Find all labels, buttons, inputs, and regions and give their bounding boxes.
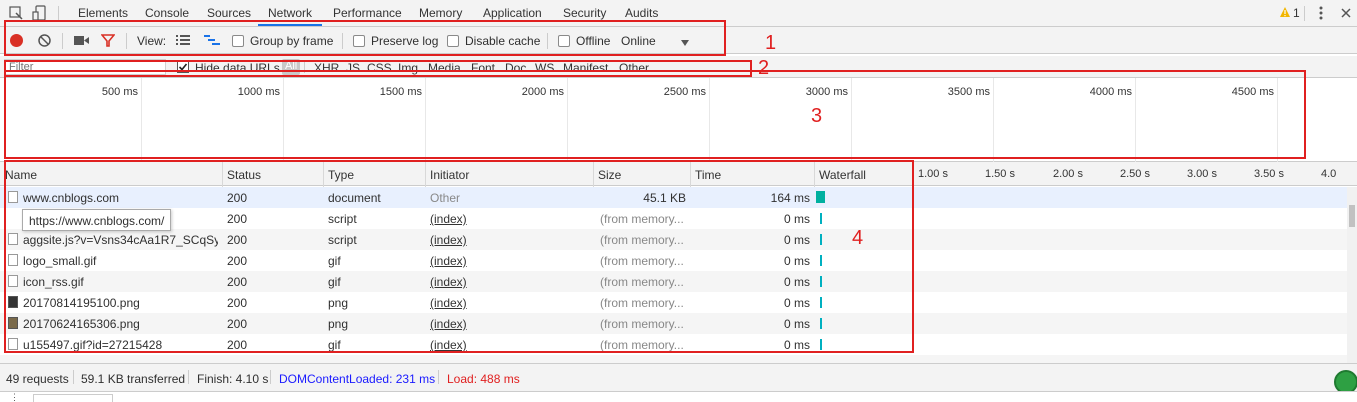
- tab-security[interactable]: Security: [563, 6, 606, 20]
- transferred-size: 59.1 KB transferred: [81, 372, 186, 386]
- tab-elements[interactable]: Elements: [78, 6, 128, 20]
- console-drawer-strip: ⋮: [0, 391, 1357, 402]
- divider: [438, 370, 439, 384]
- divider: [1304, 6, 1305, 21]
- waterfall-tick: 1.50 s: [985, 168, 1015, 180]
- network-status-bar: 49 requests 59.1 KB transferred Finish: …: [0, 363, 1357, 394]
- tab-application[interactable]: Application: [483, 6, 542, 20]
- close-devtools-icon[interactable]: [1340, 7, 1352, 19]
- tab-network[interactable]: Network: [268, 6, 312, 20]
- annotation-box-3: [4, 70, 1306, 159]
- tab-performance[interactable]: Performance: [333, 6, 402, 20]
- divider: [73, 370, 74, 384]
- divider: [58, 6, 59, 21]
- waterfall-tick: 1.00 s: [918, 168, 948, 180]
- vertical-scrollbar[interactable]: [1347, 187, 1357, 363]
- waterfall-tick: 2.00 s: [1053, 168, 1083, 180]
- waterfall-tick: 3.00 s: [1187, 168, 1217, 180]
- annotation-box-4: [4, 160, 914, 353]
- annotation-label-1: 1: [765, 32, 777, 54]
- drawer-tab[interactable]: [33, 394, 113, 402]
- tab-console[interactable]: Console: [145, 6, 189, 20]
- inspect-element-icon[interactable]: [8, 5, 24, 21]
- table-row[interactable]: [0, 355, 1347, 363]
- drawer-menu-icon[interactable]: ⋮: [10, 392, 19, 402]
- tab-sources[interactable]: Sources: [207, 6, 251, 20]
- load-time: Load: 488 ms: [447, 372, 520, 386]
- waterfall-tick: 2.50 s: [1120, 168, 1150, 180]
- scrollbar-thumb[interactable]: [1349, 205, 1355, 227]
- annotation-label-3: 3: [811, 105, 823, 127]
- divider: [188, 370, 189, 384]
- warning-count[interactable]: 1: [1293, 6, 1300, 20]
- device-toolbar-icon[interactable]: [32, 5, 48, 21]
- waterfall-tick: 4.0: [1321, 168, 1337, 180]
- annotation-label-4: 4: [852, 227, 864, 249]
- more-options-icon[interactable]: [1318, 5, 1324, 21]
- divider: [270, 370, 271, 384]
- finish-time: Finish: 4.10 s: [197, 372, 269, 386]
- tab-audits[interactable]: Audits: [625, 6, 658, 20]
- request-count: 49 requests: [6, 372, 69, 386]
- warning-icon[interactable]: [1279, 6, 1291, 18]
- annotation-box-1: [4, 20, 726, 56]
- dom-content-loaded-time: DOMContentLoaded: 231 ms: [279, 372, 436, 386]
- tab-memory[interactable]: Memory: [419, 6, 462, 20]
- waterfall-tick: 3.50 s: [1254, 168, 1284, 180]
